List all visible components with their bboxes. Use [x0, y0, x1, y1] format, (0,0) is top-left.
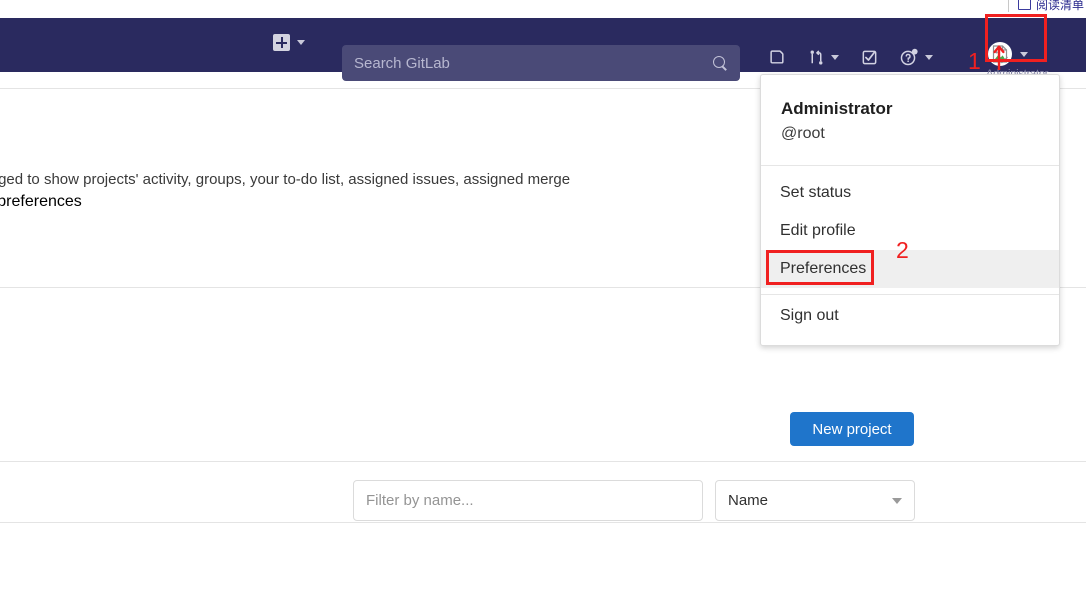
gitlab-navbar: Search GitLab — [0, 18, 1086, 81]
projects-filter-bar: Name — [353, 480, 915, 521]
navbar-item-todos[interactable] — [850, 49, 889, 66]
create-new-button[interactable] — [273, 34, 305, 51]
search-placeholder: Search GitLab — [354, 54, 450, 72]
divider-above-filters — [0, 461, 1086, 462]
chevron-down-icon — [925, 55, 933, 60]
user-dropdown-menu: Administrator @root Set status Edit prof… — [760, 74, 1060, 346]
reading-list-label: 阅读清单 — [1035, 0, 1084, 12]
chevron-down-icon — [297, 40, 305, 45]
menu-item-preferences[interactable]: Preferences — [761, 250, 1059, 288]
menu-item-edit-profile[interactable]: Edit profile — [761, 212, 1059, 250]
todo-check-icon — [862, 50, 877, 65]
issues-icon — [770, 50, 784, 64]
reading-list-bookmark[interactable]: 阅读清单 — [1007, 0, 1084, 13]
user-fullname: Administrator — [781, 99, 893, 118]
user-dropdown-items: Set status Edit profile Preferences Sign… — [761, 166, 1059, 345]
bookmark-divider — [1007, 0, 1009, 12]
broadcast-alert-line1: t can be changed to show projects' activ… — [0, 171, 571, 188]
dropdown-divider-2 — [761, 294, 1059, 295]
chevron-down-icon — [892, 497, 902, 504]
browser-bookmark-strip: 阅读清单 — [0, 0, 1086, 18]
user-dropdown-header: Administrator @root — [761, 75, 1059, 165]
new-project-button[interactable]: New project — [790, 412, 914, 446]
navbar-item-issues[interactable] — [758, 49, 797, 66]
navbar-item-merge-requests[interactable] — [797, 49, 850, 66]
user-menu-toggle[interactable] — [988, 42, 1028, 66]
help-badge-dot — [911, 48, 918, 55]
merge-request-icon — [810, 50, 823, 65]
broadcast-alert-line2: tent" in your preferences — [0, 193, 82, 210]
sort-by-select[interactable]: Name — [715, 480, 915, 521]
plus-square-icon — [273, 34, 290, 51]
sort-by-value: Name — [728, 492, 769, 509]
navbar-item-help[interactable] — [889, 48, 944, 67]
broken-image-avatar-icon — [988, 42, 1012, 66]
menu-item-set-status[interactable]: Set status — [761, 174, 1059, 212]
chevron-down-icon — [831, 55, 839, 60]
menu-item-sign-out[interactable]: Sign out — [761, 297, 1059, 335]
reading-list-icon — [1017, 0, 1031, 10]
filter-by-name-input[interactable] — [353, 480, 703, 521]
search-icon — [713, 55, 728, 71]
divider-below-filters — [0, 522, 1086, 523]
user-handle: @root — [781, 125, 825, 142]
screen-root: 阅读清单 Search GitLab ged to show projects'… — [0, 0, 1086, 604]
chevron-down-icon — [1020, 51, 1028, 57]
navbar-actions — [758, 48, 944, 67]
help-question-icon — [900, 48, 918, 66]
